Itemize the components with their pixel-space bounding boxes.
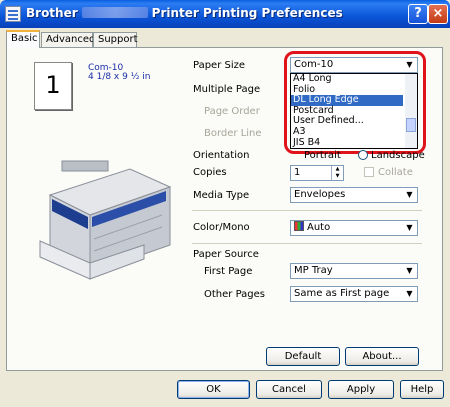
- collate-label: Collate: [378, 167, 413, 178]
- default-button[interactable]: Default: [266, 347, 340, 366]
- chevron-down-icon[interactable]: ▼: [402, 188, 417, 202]
- copies-stepper[interactable]: 1 ▲ ▼: [290, 165, 344, 181]
- multiple-page-label: Multiple Page: [193, 84, 261, 95]
- color-mono-label: Color/Mono: [193, 222, 250, 233]
- paper-size-label: Paper Size: [193, 60, 246, 71]
- close-button[interactable]: ×: [428, 4, 448, 24]
- page-preview: 1: [34, 62, 72, 110]
- landscape-radio[interactable]: [358, 150, 368, 160]
- preview-size-dimensions: 4 1/8 x 9 ½ in: [88, 72, 151, 82]
- chevron-down-icon[interactable]: ▼: [402, 264, 417, 278]
- title-bar: Brother Printer Printing Preferences ? ×: [0, 0, 450, 28]
- printer-app-icon: [5, 6, 21, 22]
- divider: [192, 243, 422, 244]
- apply-button[interactable]: Apply: [328, 380, 394, 399]
- first-page-select[interactable]: MP Tray ▼: [290, 263, 418, 279]
- cancel-button[interactable]: Cancel: [256, 380, 322, 399]
- other-pages-label: Other Pages: [204, 289, 265, 300]
- portrait-label: Portrait: [304, 150, 341, 161]
- stepper-up-icon[interactable]: ▲: [332, 166, 343, 173]
- page-order-label: Page Order: [204, 106, 260, 117]
- title-suffix: Printer Printing Preferences: [151, 6, 343, 20]
- about-button[interactable]: About...: [345, 347, 419, 366]
- help-title-button[interactable]: ?: [408, 4, 428, 24]
- other-pages-select[interactable]: Same as First page ▼: [290, 286, 418, 302]
- help-button[interactable]: Help: [400, 380, 444, 399]
- stepper-down-icon[interactable]: ▼: [332, 173, 343, 180]
- tab-basic[interactable]: Basic: [6, 30, 40, 48]
- orientation-label: Orientation: [193, 150, 250, 161]
- tab-advanced[interactable]: Advanced: [41, 32, 95, 47]
- ok-button[interactable]: OK: [177, 380, 250, 399]
- copies-label: Copies: [193, 167, 227, 178]
- redacted-model-name: [81, 7, 148, 18]
- preview-page-number: 1: [45, 71, 61, 99]
- paper-source-label: Paper Source: [193, 249, 259, 260]
- media-type-select[interactable]: Envelopes ▼: [290, 187, 418, 203]
- media-type-label: Media Type: [193, 190, 250, 201]
- printer-illustration: [39, 160, 172, 280]
- landscape-label: Landscape: [371, 150, 425, 161]
- collate-checkbox[interactable]: [364, 167, 374, 177]
- stepper-buttons[interactable]: ▲ ▼: [331, 166, 343, 180]
- divider: [192, 210, 422, 211]
- first-page-label: First Page: [204, 266, 253, 277]
- color-auto-icon: [294, 221, 304, 231]
- title-prefix: Brother: [26, 6, 78, 20]
- window-title: Brother Printer Printing Preferences: [26, 6, 343, 20]
- chevron-down-icon[interactable]: ▼: [402, 287, 417, 301]
- color-mono-select[interactable]: Auto ▼: [290, 220, 418, 236]
- border-line-label: Border Line: [204, 128, 262, 139]
- annotation-highlight-ring: [284, 51, 426, 154]
- chevron-down-icon[interactable]: ▼: [402, 221, 417, 235]
- tab-support[interactable]: Support: [93, 32, 138, 47]
